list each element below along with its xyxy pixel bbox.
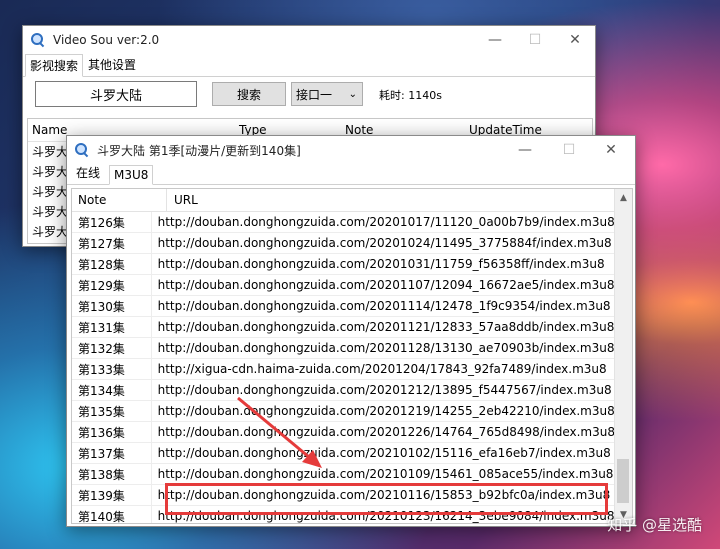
- detail-window: 斗罗大陆 第1季[动漫片/更新到140集] — ☐ ✕ 在线 M3U8 Note…: [66, 135, 636, 527]
- episode-url: http://douban.donghongzuida.com/20201107…: [151, 274, 615, 296]
- main-titlebar: Video Sou ver:2.0 — ☐ ✕: [23, 26, 595, 54]
- col-name[interactable]: Name: [32, 123, 67, 137]
- episode-note: 第127集: [72, 232, 152, 254]
- detail-tabs: 在线 M3U8: [67, 164, 635, 185]
- col-url[interactable]: URL: [174, 193, 198, 207]
- episode-note: 第132集: [72, 337, 152, 359]
- main-window-title: Video Sou ver:2.0: [53, 33, 160, 47]
- col-note[interactable]: Note: [78, 193, 106, 207]
- episode-url: http://douban.donghongzuida.com/20201031…: [151, 253, 615, 275]
- episode-note: 第140集: [72, 505, 152, 523]
- episode-note: 第133集: [72, 358, 152, 380]
- episode-note: 第137集: [72, 442, 152, 464]
- episode-note: 第139集: [72, 484, 152, 506]
- episode-url: http://douban.donghongzuida.com/20201212…: [151, 379, 615, 401]
- episode-url: http://douban.donghongzuida.com/20201128…: [151, 337, 615, 359]
- interface-select[interactable]: 接口一 ⌄: [291, 82, 363, 106]
- header-divider: [166, 189, 167, 211]
- episode-note: 第136集: [72, 421, 152, 443]
- close-button[interactable]: ✕: [555, 26, 595, 54]
- chevron-down-icon: ⌄: [348, 88, 357, 100]
- episode-url: http://douban.donghongzuida.com/20201024…: [151, 232, 615, 254]
- tab-m3u8[interactable]: M3U8: [109, 165, 154, 185]
- minimize-button[interactable]: —: [475, 26, 515, 54]
- episode-url: http://douban.donghongzuida.com/20201017…: [151, 212, 615, 233]
- episode-url: http://douban.donghongzuida.com/20201226…: [151, 421, 615, 443]
- table-row[interactable]: 第130集 http://douban.donghongzuida.com/202…: [72, 295, 615, 317]
- detail-titlebar: 斗罗大陆 第1季[动漫片/更新到140集] — ☐ ✕: [67, 136, 635, 164]
- table-row[interactable]: 第129集 http://douban.donghongzuida.com/202…: [72, 274, 615, 296]
- episode-note: 第129集: [72, 274, 152, 296]
- episode-note: 第130集: [72, 295, 152, 317]
- episode-note: 第135集: [72, 400, 152, 422]
- scroll-up-icon[interactable]: ▲: [615, 189, 632, 206]
- episode-note: 第134集: [72, 379, 152, 401]
- maximize-button[interactable]: ☐: [515, 26, 555, 54]
- table-row[interactable]: 第138集 http://douban.donghongzuida.com/202…: [72, 463, 615, 485]
- episode-table: Note URL 第126集 http://douban.donghongzuid…: [71, 188, 633, 524]
- episode-note: 第131集: [72, 316, 152, 338]
- search-input[interactable]: 斗罗大陆: [35, 81, 197, 107]
- episode-header: Note URL: [72, 189, 632, 212]
- search-icon: [75, 143, 89, 158]
- table-row[interactable]: 第136集 http://douban.donghongzuida.com/202…: [72, 421, 615, 443]
- maximize-button[interactable]: ☐: [549, 136, 589, 164]
- episode-url: http://douban.donghongzuida.com/20201114…: [151, 295, 615, 317]
- table-row[interactable]: 第131集 http://douban.donghongzuida.com/202…: [72, 316, 615, 338]
- episode-url: http://douban.donghongzuida.com/20201219…: [151, 400, 615, 422]
- tab-other-settings[interactable]: 其他设置: [83, 53, 141, 76]
- table-row[interactable]: 第137集 http://douban.donghongzuida.com/202…: [72, 442, 615, 464]
- episode-note: 第126集: [72, 212, 152, 233]
- main-tabs: 影视搜索 其他设置: [23, 54, 595, 77]
- episode-url: http://xigua-cdn.haima-zuida.com/2020120…: [151, 358, 615, 380]
- detail-window-title: 斗罗大陆 第1季[动漫片/更新到140集]: [97, 143, 301, 158]
- episode-note: 第138集: [72, 463, 152, 485]
- minimize-button[interactable]: —: [505, 136, 545, 164]
- table-row[interactable]: 第127集 http://douban.donghongzuida.com/202…: [72, 232, 615, 254]
- table-row[interactable]: 第135集 http://douban.donghongzuida.com/202…: [72, 400, 615, 422]
- vertical-scrollbar[interactable]: ▲ ▼: [614, 189, 632, 523]
- episode-note: 第128集: [72, 253, 152, 275]
- table-row[interactable]: 第134集 http://douban.donghongzuida.com/202…: [72, 379, 615, 401]
- episode-rows: 第126集 http://douban.donghongzuida.com/202…: [72, 212, 615, 523]
- search-button[interactable]: 搜索: [212, 82, 286, 106]
- episode-url: http://douban.donghongzuida.com/20201121…: [151, 316, 615, 338]
- table-row[interactable]: 第128集 http://douban.donghongzuida.com/202…: [72, 253, 615, 275]
- watermark: 知乎 @星选酷: [607, 516, 702, 534]
- tab-video-search[interactable]: 影视搜索: [25, 54, 84, 77]
- episode-url: http://douban.donghongzuida.com/20210109…: [151, 463, 615, 485]
- tab-online[interactable]: 在线: [71, 161, 105, 184]
- scroll-thumb[interactable]: [617, 459, 629, 503]
- table-row[interactable]: 第126集 http://douban.donghongzuida.com/202…: [72, 212, 615, 233]
- table-row[interactable]: 第132集 http://douban.donghongzuida.com/202…: [72, 337, 615, 359]
- interface-select-value: 接口一: [296, 87, 333, 102]
- highlight-box: [165, 483, 608, 515]
- elapsed-label: 耗时: 1140s: [379, 89, 442, 102]
- search-icon: [31, 33, 45, 48]
- close-button[interactable]: ✕: [591, 136, 631, 164]
- episode-url: http://douban.donghongzuida.com/20210102…: [151, 442, 615, 464]
- table-row[interactable]: 第133集 http://xigua-cdn.haima-zuida.com/20…: [72, 358, 615, 380]
